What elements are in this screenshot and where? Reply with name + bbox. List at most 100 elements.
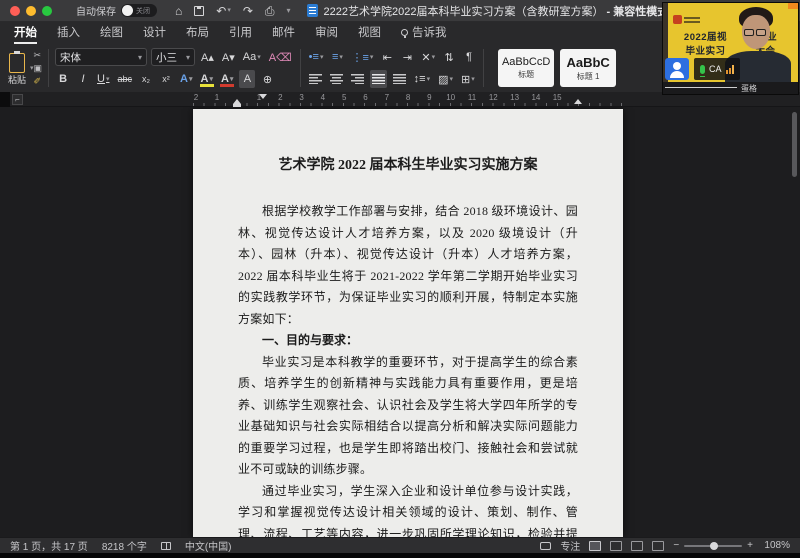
bullets-icon: •≡ <box>309 51 319 63</box>
style-标题[interactable]: AaBbCcD标题 <box>498 49 554 87</box>
zoom-level[interactable]: 108% <box>762 540 790 551</box>
word-doc-icon <box>307 4 318 17</box>
banner-logo <box>673 15 682 24</box>
highlight-button[interactable]: A▾ <box>199 70 215 88</box>
doc-body: 毕业实习是本科教学的重要环节，对于提高学生的综合素质、培养学生的创新精神与实践能… <box>238 352 578 481</box>
numbering-icon: ≡ <box>332 51 338 63</box>
align-center-button[interactable] <box>328 70 345 88</box>
tab-插入[interactable]: 插入 <box>57 24 80 44</box>
sort-button[interactable]: ⇅ <box>441 48 457 66</box>
undo-dropdown-icon[interactable]: ▾ <box>227 7 231 14</box>
change-case-button[interactable]: Aa▾ <box>241 48 263 66</box>
font-name-value: 宋体 <box>60 50 81 65</box>
tab-审阅[interactable]: 审阅 <box>315 24 338 44</box>
text-effects-button[interactable]: A▾ <box>178 70 194 88</box>
tab-设计[interactable]: 设计 <box>143 24 166 44</box>
font-color-button[interactable]: A▾ <box>219 70 235 88</box>
quick-access-chevron-icon[interactable]: ▾ <box>287 7 291 15</box>
distribute-button[interactable] <box>391 70 408 88</box>
borders-button[interactable]: ⊞▾ <box>459 70 477 88</box>
web-layout-view-button[interactable] <box>610 541 622 551</box>
statusbar: 第 1 页，共 17 页 8218 个字 中文(中国) 专注 − + 108% <box>0 537 800 553</box>
microphone-icon[interactable] <box>700 65 705 74</box>
vertical-scrollbar[interactable] <box>792 112 797 177</box>
minimize-button[interactable] <box>26 6 36 16</box>
tab-selector[interactable]: ⌐ <box>12 94 23 105</box>
style-label: 标题 1 <box>577 71 600 82</box>
italic-button[interactable]: I <box>75 70 91 88</box>
subscript-button[interactable]: x₂ <box>138 70 154 88</box>
decrease-indent-button[interactable]: ⇤ <box>379 48 395 66</box>
underline-button[interactable]: U▾ <box>95 70 111 88</box>
outline-view-button[interactable] <box>631 541 643 551</box>
autosave-toggle[interactable]: 关闭 <box>121 4 157 17</box>
char-shading-button[interactable]: A <box>239 70 255 88</box>
font-size-select[interactable]: 小三▾ <box>151 48 195 66</box>
zoom-thumb[interactable] <box>710 542 718 550</box>
ruler-number: 10 <box>446 93 455 102</box>
tab-告诉我[interactable]: 告诉我 <box>401 24 447 44</box>
zoom-slider[interactable]: − + <box>673 540 753 551</box>
save-icon[interactable] <box>194 6 204 16</box>
tab-开始[interactable]: 开始 <box>14 24 37 44</box>
style-标题1[interactable]: AaBbC标题 1 <box>560 49 616 87</box>
tab-布局[interactable]: 布局 <box>186 24 209 44</box>
ruler-number: 14 <box>531 93 540 102</box>
print-icon[interactable]: ⎙ <box>265 5 275 17</box>
bullets-button[interactable]: •≡▾ <box>307 48 326 66</box>
right-indent-marker[interactable] <box>574 99 582 104</box>
format-painter-icon[interactable]: ✐ <box>34 76 43 87</box>
home-icon[interactable]: ⌂ <box>175 5 182 17</box>
close-button[interactable] <box>10 6 20 16</box>
zoom-track[interactable] <box>684 545 742 547</box>
tab-邮件[interactable]: 邮件 <box>272 24 295 44</box>
align-left-button[interactable] <box>307 70 324 88</box>
shrink-font-button[interactable]: A▾ <box>220 48 237 66</box>
multilevel-list-button[interactable]: ⋮≡▾ <box>349 48 375 66</box>
word-count[interactable]: 8218 个字 <box>102 538 147 553</box>
align-center-icon <box>330 74 343 84</box>
cut-icon[interactable]: ✂ <box>34 50 43 61</box>
line-spacing-button[interactable]: ↕≡▾ <box>412 70 432 88</box>
align-right-button[interactable] <box>349 70 366 88</box>
numbering-button[interactable]: ≡▾ <box>329 48 345 66</box>
justify-button[interactable] <box>370 70 387 88</box>
bold-button[interactable]: B <box>55 70 71 88</box>
strikethrough-button[interactable]: abc <box>116 70 135 88</box>
shading-button[interactable]: ▨▾ <box>436 70 455 88</box>
copy-icon[interactable]: ▣ <box>34 63 43 74</box>
zoom-in-icon[interactable]: + <box>747 540 753 551</box>
focus-icon[interactable] <box>540 542 551 550</box>
video-call-overlay[interactable]: 2022届视专业 毕业实习大会 CA 蛋格 <box>662 2 799 95</box>
pilcrow-button[interactable]: ¶ <box>461 48 477 66</box>
language-indicator[interactable]: 中文(中国) <box>185 538 232 553</box>
undo-icon: ↶ <box>216 5 226 17</box>
tab-视图[interactable]: 视图 <box>358 24 381 44</box>
enclose-char-button[interactable]: ⊕ <box>259 70 275 88</box>
increase-indent-button[interactable]: ⇥ <box>399 48 415 66</box>
ruler-number: 3 <box>299 93 303 102</box>
fullscreen-button[interactable] <box>42 6 52 16</box>
page-indicator[interactable]: 第 1 页，共 17 页 <box>10 538 88 553</box>
tab-引用[interactable]: 引用 <box>229 24 252 44</box>
zoom-out-icon[interactable]: − <box>673 540 679 551</box>
participant-avatar-icon[interactable] <box>665 58 689 80</box>
asian-layout-button[interactable]: ✕▾ <box>419 48 437 66</box>
draft-view-button[interactable] <box>652 541 664 551</box>
autosave-control[interactable]: 自动保存 关闭 <box>76 3 157 18</box>
focus-label[interactable]: 专注 <box>560 538 580 553</box>
grow-font-button[interactable]: A▴ <box>199 48 216 66</box>
paste-button[interactable]: 粘贴 ▾ <box>8 47 34 89</box>
document-area[interactable]: 艺术学院 2022 届本科生毕业实习实施方案根据学校教学工作部署与安排，结合 2… <box>0 107 800 537</box>
page[interactable]: 艺术学院 2022 届本科生毕业实习实施方案根据学校教学工作部署与安排，结合 2… <box>193 109 623 537</box>
superscript-button[interactable]: x² <box>158 70 174 88</box>
clear-format-button[interactable]: A⌫ <box>267 48 294 66</box>
undo-button[interactable]: ↶ ▾ <box>216 5 231 17</box>
webcam-video: 2022届视专业 毕业实习大会 CA <box>663 3 798 83</box>
print-layout-view-button[interactable] <box>589 541 601 551</box>
proofing-icon[interactable] <box>161 542 171 550</box>
font-name-select[interactable]: 宋体▾ <box>55 48 147 66</box>
redo-icon[interactable]: ↷ <box>243 5 253 17</box>
tab-绘图[interactable]: 绘图 <box>100 24 123 44</box>
line-spacing-icon: ↕≡ <box>414 73 426 85</box>
